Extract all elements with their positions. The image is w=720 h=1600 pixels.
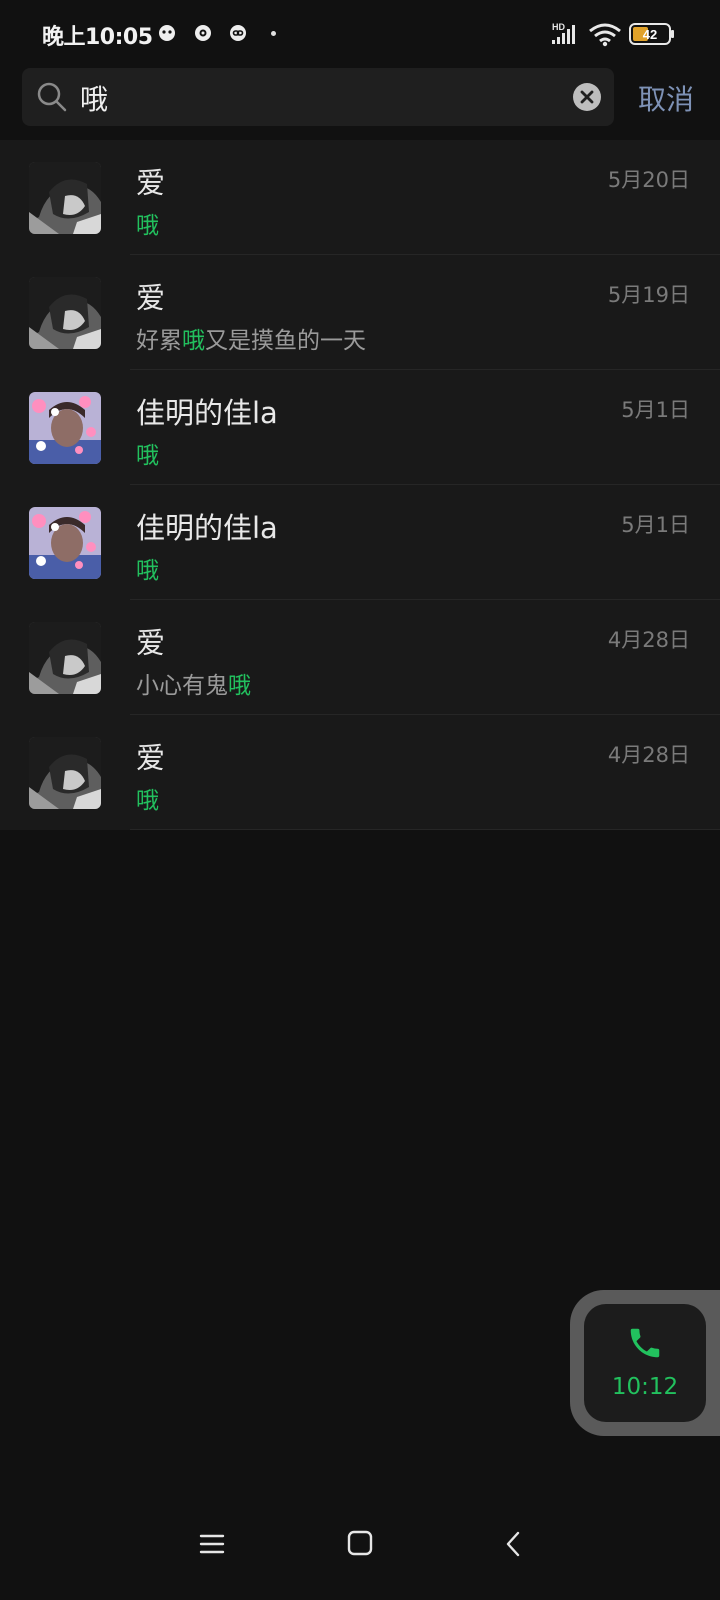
- home-icon[interactable]: [347, 1530, 373, 1556]
- avatar: [29, 737, 101, 809]
- message-snippet: 哦: [136, 551, 159, 585]
- avatar: [29, 392, 101, 464]
- list-item[interactable]: 爱 5月19日 好累哦又是摸鱼的一天: [0, 255, 720, 370]
- phone-icon: [630, 1328, 660, 1358]
- contact-name: 爱: [136, 741, 166, 775]
- wifi-icon: [589, 23, 621, 47]
- status-time: 晚上10:05: [42, 25, 153, 50]
- message-snippet: 小心有鬼哦: [136, 666, 251, 700]
- clear-search-icon[interactable]: [572, 82, 602, 112]
- avatar: [29, 507, 101, 579]
- contact-name: 爱: [136, 166, 166, 200]
- chat-notification-icon: [159, 25, 175, 41]
- snippet-match: 哦: [182, 328, 205, 354]
- call-duration: 10:12: [611, 1374, 679, 1400]
- snippet-match: 哦: [136, 443, 159, 469]
- message-date: 5月1日: [621, 398, 690, 422]
- search-icon: [37, 82, 67, 112]
- search-input[interactable]: 哦: [22, 68, 614, 126]
- message-snippet: 哦: [136, 206, 159, 240]
- search-results-list: 爱 5月20日 哦 爱 5月19日 好累哦又是摸鱼的一天 佳明的佳la 5月1日…: [0, 140, 720, 830]
- list-item[interactable]: 佳明的佳la 5月1日 哦: [0, 485, 720, 600]
- snippet-match: 哦: [136, 788, 159, 814]
- avatar: [29, 162, 101, 234]
- list-item[interactable]: 爱 4月28日 哦: [0, 715, 720, 830]
- floating-call-button[interactable]: 10:12: [584, 1304, 706, 1422]
- message-date: 5月19日: [607, 283, 690, 307]
- contact-name: 佳明的佳la: [136, 396, 278, 430]
- message-snippet: 哦: [136, 781, 159, 815]
- back-icon[interactable]: [504, 1530, 522, 1558]
- status-bar: 晚上10:05 HD 42: [0, 0, 720, 66]
- snippet-text: 好累: [136, 328, 182, 354]
- status-icons: HD 42: [552, 22, 674, 47]
- navigation-bar: [0, 1520, 720, 1580]
- message-snippet: 好累哦又是摸鱼的一天: [136, 321, 366, 355]
- snippet-match: 哦: [136, 558, 159, 584]
- message-date: 5月20日: [607, 168, 690, 192]
- battery-level: 42: [643, 27, 657, 42]
- snippet-match: 哦: [228, 673, 251, 699]
- divider: [130, 829, 720, 830]
- contact-name: 佳明的佳la: [136, 511, 278, 545]
- cancel-button[interactable]: 取消: [638, 78, 694, 118]
- battery-icon: 42: [629, 23, 674, 45]
- more-notifications-dot: [271, 31, 276, 36]
- list-item[interactable]: 爱 4月28日 小心有鬼哦: [0, 600, 720, 715]
- contact-name: 爱: [136, 626, 166, 660]
- message-date: 4月28日: [607, 628, 690, 652]
- snippet-text: 小心有鬼: [136, 673, 228, 699]
- link-notification-icon: [230, 25, 246, 41]
- network-hd-icon: HD: [552, 22, 565, 32]
- avatar: [29, 622, 101, 694]
- avatar: [29, 277, 101, 349]
- contact-name: 爱: [136, 281, 166, 315]
- message-snippet: 哦: [136, 436, 159, 470]
- menu-icon[interactable]: [199, 1532, 225, 1556]
- list-item[interactable]: 爱 5月20日 哦: [0, 140, 720, 255]
- floating-call-window[interactable]: 10:12: [570, 1290, 720, 1436]
- message-date: 4月28日: [607, 743, 690, 767]
- list-item[interactable]: 佳明的佳la 5月1日 哦: [0, 370, 720, 485]
- search-query: 哦: [80, 83, 109, 116]
- message-date: 5月1日: [621, 513, 690, 537]
- snippet-match: 哦: [136, 213, 159, 239]
- app-notification-icon: [195, 25, 211, 41]
- snippet-text: 又是摸鱼的一天: [205, 328, 366, 354]
- search-bar: 哦 取消: [0, 66, 720, 138]
